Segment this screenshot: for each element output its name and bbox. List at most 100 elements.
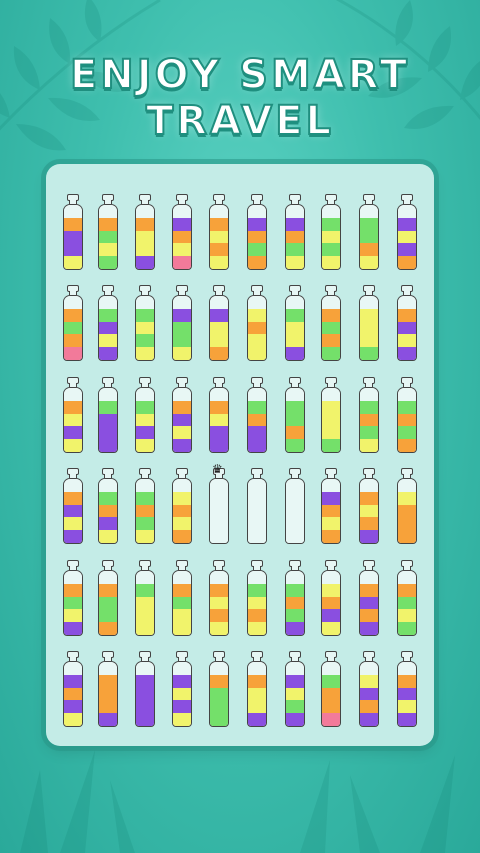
bottle[interactable]	[63, 377, 83, 453]
liquid-layer	[210, 674, 228, 688]
bottle[interactable]	[98, 377, 118, 453]
liquid-layer	[286, 491, 304, 505]
liquid-layer	[398, 205, 416, 218]
bottle[interactable]	[209, 560, 229, 636]
bottle-body	[321, 570, 341, 636]
bottle[interactable]	[209, 194, 229, 270]
bottle-body	[63, 204, 83, 270]
bottle[interactable]	[247, 651, 267, 727]
bottle[interactable]	[135, 377, 155, 453]
liquid-layer	[99, 426, 117, 440]
bottle[interactable]	[172, 194, 192, 270]
bottle[interactable]	[135, 194, 155, 270]
bottle-body	[209, 387, 229, 453]
liquid-layer	[248, 308, 266, 322]
liquid-layer	[210, 243, 228, 257]
bottle[interactable]	[359, 560, 379, 636]
bottle[interactable]	[209, 377, 229, 453]
bottle[interactable]	[172, 377, 192, 453]
bottle[interactable]	[285, 377, 305, 453]
bottle[interactable]	[359, 377, 379, 453]
bottle[interactable]	[321, 560, 341, 636]
bottle[interactable]	[98, 285, 118, 361]
liquid-layer	[322, 491, 340, 505]
bottle[interactable]	[285, 194, 305, 270]
bottle[interactable]	[98, 194, 118, 270]
bottle[interactable]	[397, 194, 417, 270]
bottle[interactable]	[63, 651, 83, 727]
bottle[interactable]	[397, 377, 417, 453]
bottle[interactable]	[98, 468, 118, 544]
bottle[interactable]	[247, 560, 267, 636]
bottle[interactable]	[397, 560, 417, 636]
liquid-layer	[99, 530, 117, 543]
liquid-layer	[136, 662, 154, 675]
bottle-body	[172, 204, 192, 270]
bottle[interactable]	[63, 194, 83, 270]
bottle[interactable]	[209, 651, 229, 727]
bottle[interactable]	[285, 651, 305, 727]
bottle[interactable]	[397, 468, 417, 544]
liquid-layer	[99, 400, 117, 414]
liquid-layer	[173, 426, 191, 440]
bottle[interactable]	[172, 468, 192, 544]
bottle[interactable]	[98, 560, 118, 636]
liquid-layer	[322, 609, 340, 623]
liquid-layer	[64, 256, 82, 269]
bottle[interactable]	[63, 560, 83, 636]
bottle[interactable]	[285, 560, 305, 636]
liquid-layer	[64, 530, 82, 543]
liquid-layer	[173, 530, 191, 543]
bottle[interactable]	[63, 468, 83, 544]
liquid-layer	[173, 217, 191, 231]
bottle[interactable]	[247, 377, 267, 453]
bottle[interactable]	[63, 285, 83, 361]
bottle[interactable]	[172, 560, 192, 636]
bottle-body	[135, 570, 155, 636]
bottle[interactable]	[285, 285, 305, 361]
liquid-layer	[173, 596, 191, 610]
liquid-layer	[398, 308, 416, 322]
liquid-layer	[136, 243, 154, 257]
bottle[interactable]	[397, 651, 417, 727]
liquid-layer	[210, 296, 228, 309]
bottle[interactable]	[172, 651, 192, 727]
liquid-layer	[99, 583, 117, 597]
liquid-layer	[136, 491, 154, 505]
bottle[interactable]	[359, 651, 379, 727]
bottle[interactable]	[98, 651, 118, 727]
liquid-layer	[136, 713, 154, 726]
bottle[interactable]	[321, 651, 341, 727]
bottle[interactable]	[397, 285, 417, 361]
bottle[interactable]	[209, 468, 229, 544]
bottle[interactable]	[135, 285, 155, 361]
bottle[interactable]	[247, 468, 267, 544]
bottle[interactable]	[321, 285, 341, 361]
liquid-layer	[360, 517, 378, 531]
bottle[interactable]	[321, 377, 341, 453]
bottle[interactable]	[135, 560, 155, 636]
bottle[interactable]	[321, 194, 341, 270]
liquid-layer	[286, 400, 304, 414]
bottle[interactable]	[359, 285, 379, 361]
bottle[interactable]	[359, 194, 379, 270]
liquid-layer	[248, 713, 266, 726]
liquid-layer	[248, 230, 266, 244]
bottle[interactable]	[359, 468, 379, 544]
bottle[interactable]	[172, 285, 192, 361]
bottle[interactable]	[135, 651, 155, 727]
bottle[interactable]	[135, 468, 155, 544]
liquid-layer	[64, 217, 82, 231]
bottle[interactable]	[247, 285, 267, 361]
liquid-layer	[248, 217, 266, 231]
liquid-layer	[360, 622, 378, 635]
liquid-layer	[360, 571, 378, 584]
liquid-layer	[360, 439, 378, 452]
bottle[interactable]	[209, 285, 229, 361]
bottle[interactable]	[285, 468, 305, 544]
bottle[interactable]	[247, 194, 267, 270]
bottle[interactable]	[321, 468, 341, 544]
liquid-layer	[322, 571, 340, 584]
liquid-layer	[248, 321, 266, 335]
liquid-layer	[64, 334, 82, 348]
